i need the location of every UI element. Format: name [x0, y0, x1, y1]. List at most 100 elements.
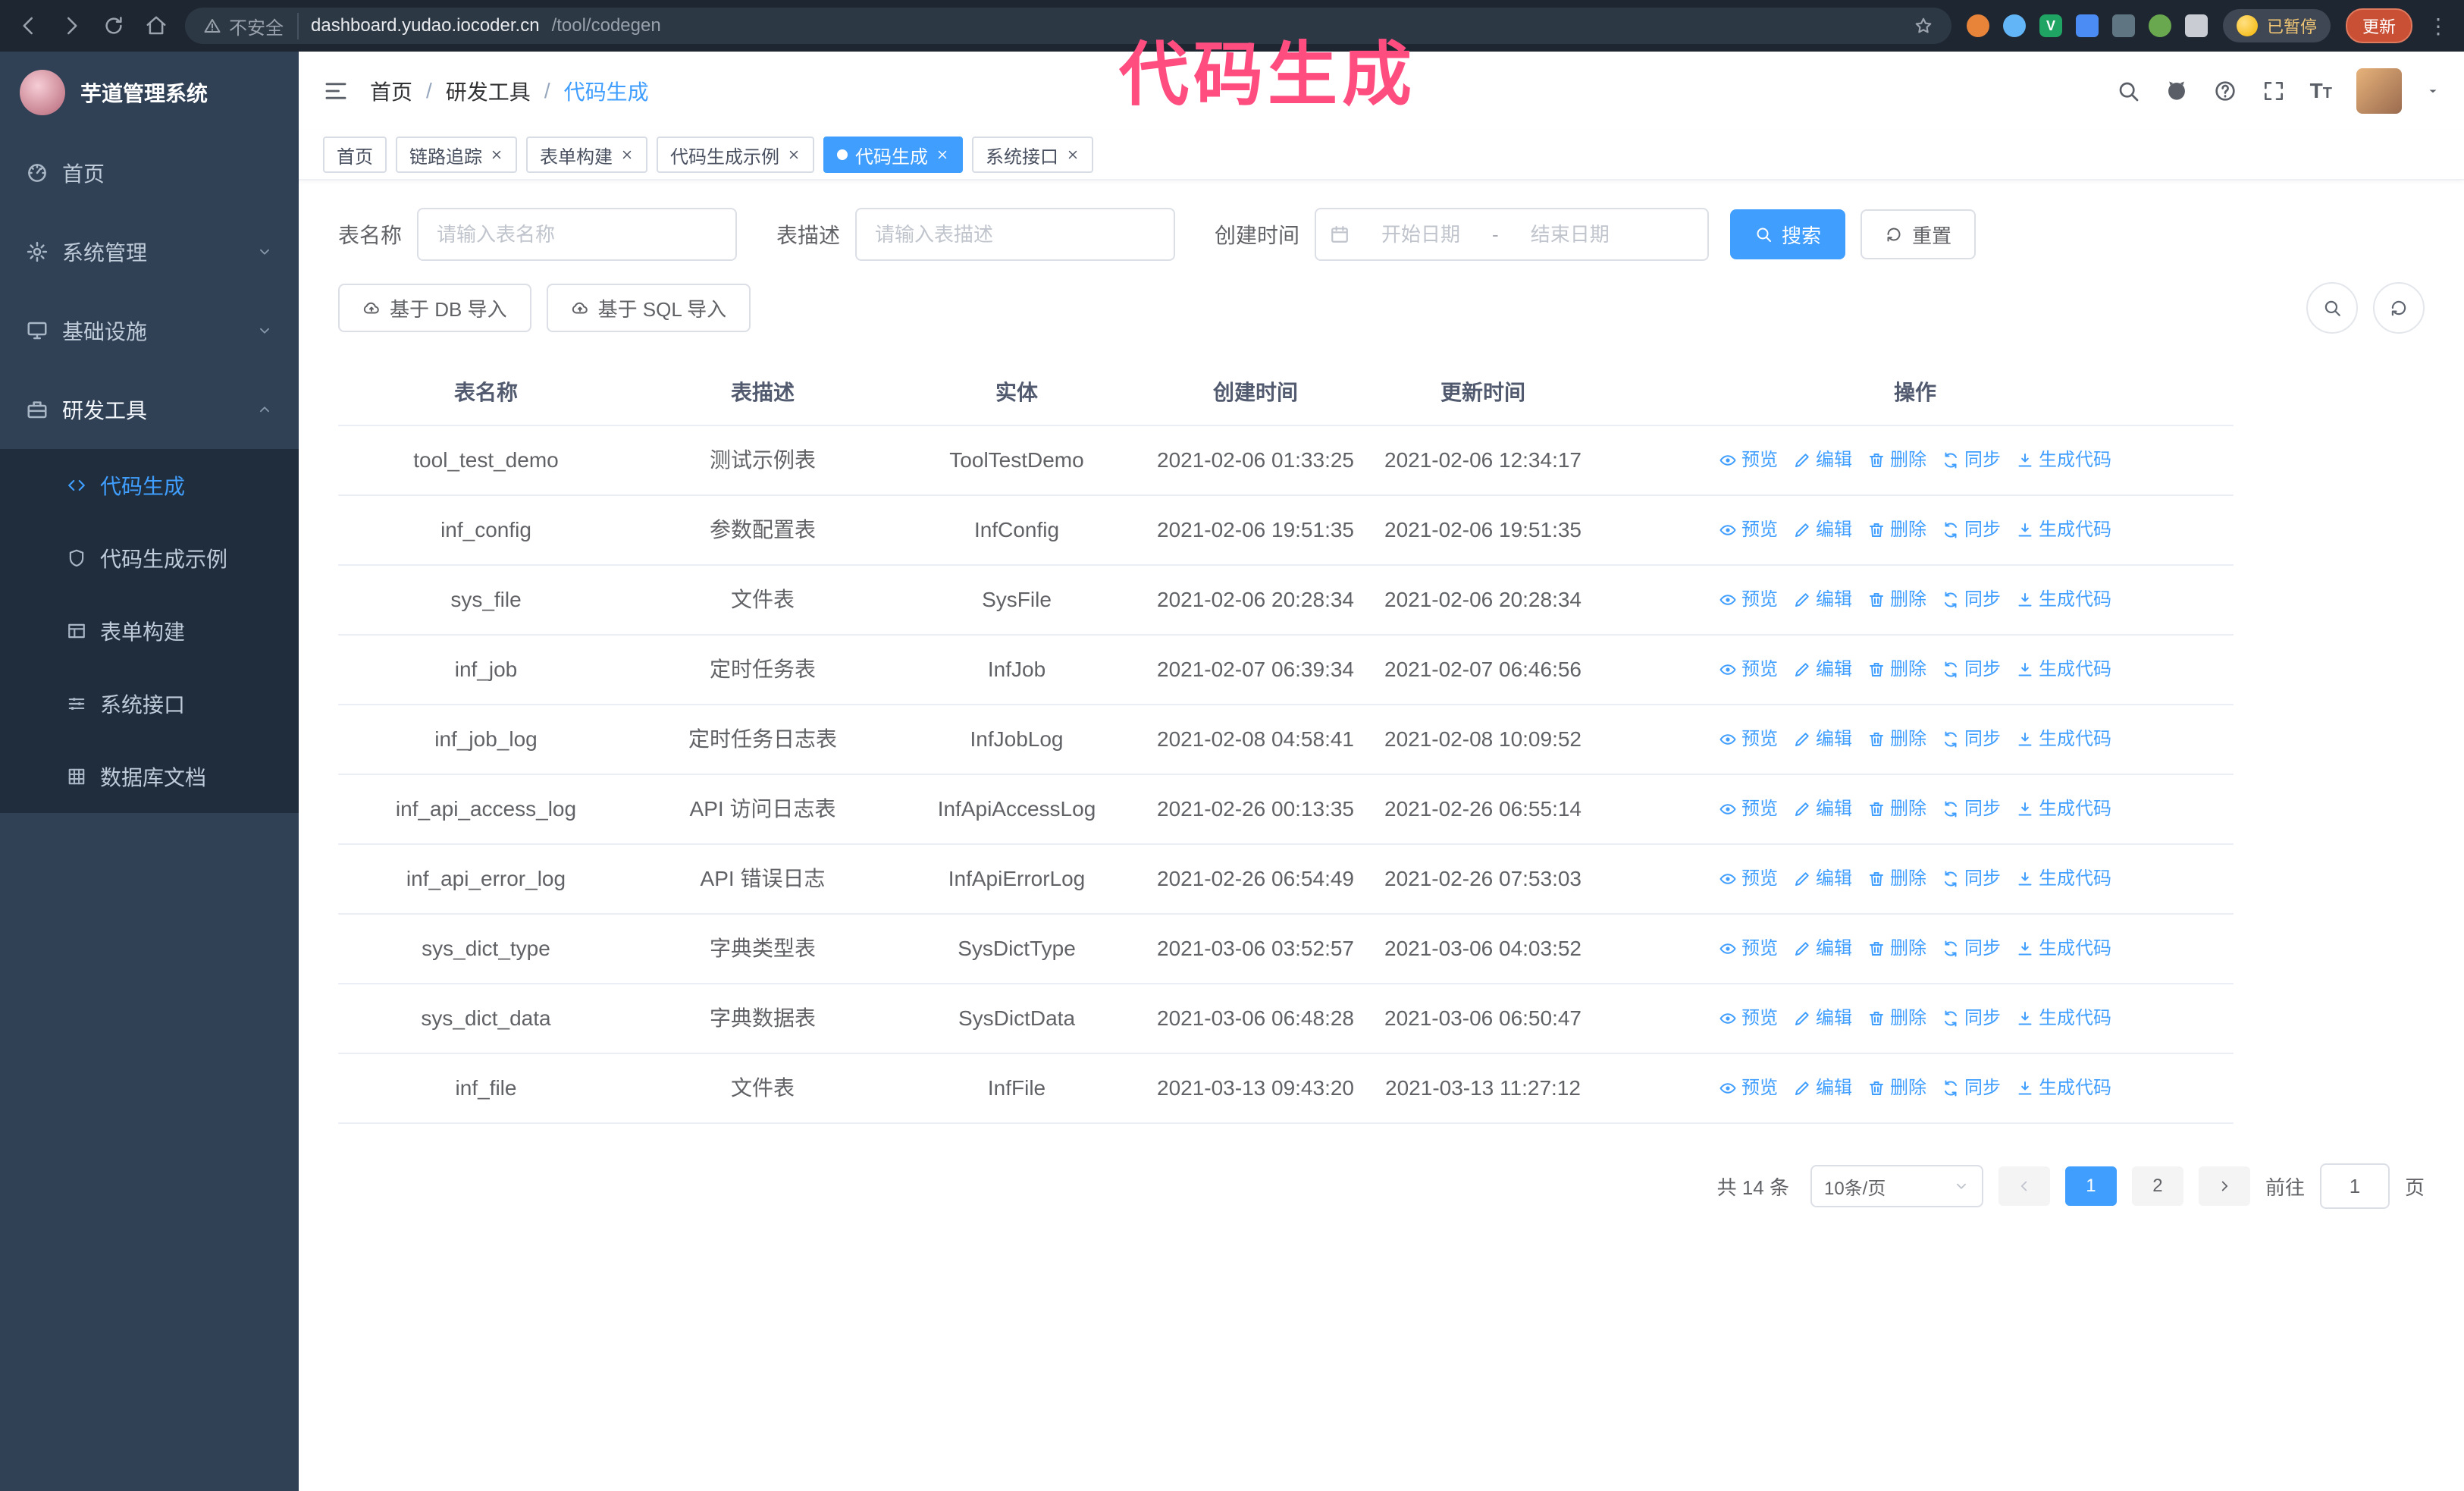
action-edit[interactable]: 编辑 — [1793, 863, 1852, 895]
action-delete[interactable]: 删除 — [1867, 724, 1926, 755]
action-download[interactable]: 生成代码 — [2016, 1003, 2111, 1034]
action-sync[interactable]: 同步 — [1942, 514, 2001, 546]
breadcrumb-item-3[interactable]: 代码生成 — [564, 76, 649, 106]
sidebar-subitem-4[interactable]: 系统接口 — [0, 667, 299, 740]
font-size-icon[interactable]: TT — [2310, 79, 2332, 103]
action-download[interactable]: 生成代码 — [2016, 514, 2111, 546]
action-eye[interactable]: 预览 — [1719, 933, 1778, 965]
toggle-search-button[interactable] — [2306, 282, 2358, 334]
table-name-input[interactable] — [417, 208, 738, 261]
tab-close-icon[interactable] — [787, 148, 801, 162]
action-edit[interactable]: 编辑 — [1793, 724, 1852, 755]
action-eye[interactable]: 预览 — [1719, 584, 1778, 616]
date-start-input[interactable] — [1356, 221, 1487, 248]
extension-icon-4[interactable] — [2075, 14, 2099, 37]
sidebar-subitem-5[interactable]: 数据库文档 — [0, 740, 299, 813]
action-edit[interactable]: 编辑 — [1793, 1003, 1852, 1034]
update-button[interactable]: 更新 — [2345, 8, 2412, 43]
date-range-picker[interactable]: - — [1315, 208, 1710, 261]
action-delete[interactable]: 删除 — [1867, 933, 1926, 965]
action-edit[interactable]: 编辑 — [1793, 933, 1852, 965]
action-download[interactable]: 生成代码 — [2016, 444, 2111, 476]
search-icon[interactable] — [2116, 79, 2140, 103]
help-icon[interactable] — [2213, 79, 2237, 103]
profile-chip[interactable]: 已暂停 — [2222, 9, 2331, 42]
github-icon[interactable] — [2165, 79, 2189, 103]
prev-page-button[interactable] — [1998, 1166, 2050, 1206]
sidebar-subitem-2[interactable]: 代码生成示例 — [0, 522, 299, 595]
action-delete[interactable]: 删除 — [1867, 1003, 1926, 1034]
extension-icon-3[interactable]: V — [2039, 14, 2062, 37]
action-delete[interactable]: 删除 — [1867, 584, 1926, 616]
browser-reload-icon[interactable] — [100, 14, 127, 37]
action-delete[interactable]: 删除 — [1867, 514, 1926, 546]
extension-icon-5[interactable] — [2111, 14, 2135, 37]
action-delete[interactable]: 删除 — [1867, 444, 1926, 476]
browser-forward-icon[interactable] — [58, 14, 85, 37]
tab-1[interactable]: 首页 — [323, 137, 387, 173]
tab-2[interactable]: 链路追踪 — [396, 137, 517, 173]
breadcrumb-item-1[interactable]: 首页 — [370, 76, 412, 106]
action-delete[interactable]: 删除 — [1867, 654, 1926, 686]
bookmark-star-icon[interactable] — [1914, 16, 1933, 36]
tab-3[interactable]: 表单构建 — [526, 137, 647, 173]
extension-icon-7[interactable] — [2184, 14, 2208, 37]
action-edit[interactable]: 编辑 — [1793, 584, 1852, 616]
page-size-select[interactable]: 10条/页 — [1810, 1165, 1983, 1207]
action-delete[interactable]: 删除 — [1867, 863, 1926, 895]
browser-menu-icon[interactable]: ⋮ — [2428, 14, 2449, 39]
action-eye[interactable]: 预览 — [1719, 724, 1778, 755]
action-eye[interactable]: 预览 — [1719, 1003, 1778, 1034]
action-sync[interactable]: 同步 — [1942, 863, 2001, 895]
browser-back-icon[interactable] — [15, 14, 42, 37]
action-download[interactable]: 生成代码 — [2016, 584, 2111, 616]
next-page-button[interactable] — [2198, 1166, 2250, 1206]
action-sync[interactable]: 同步 — [1942, 724, 2001, 755]
import-sql-button[interactable]: 基于 SQL 导入 — [546, 284, 751, 332]
action-sync[interactable]: 同步 — [1942, 444, 2001, 476]
action-eye[interactable]: 预览 — [1719, 1072, 1778, 1104]
search-button[interactable]: 搜索 — [1730, 209, 1846, 259]
tab-close-icon[interactable] — [490, 148, 503, 162]
avatar-caret-icon[interactable] — [2426, 84, 2440, 98]
action-edit[interactable]: 编辑 — [1793, 514, 1852, 546]
security-label[interactable]: 不安全 — [203, 12, 299, 39]
action-sync[interactable]: 同步 — [1942, 1072, 2001, 1104]
action-eye[interactable]: 预览 — [1719, 654, 1778, 686]
sidebar-item-2[interactable]: 系统管理 — [0, 212, 299, 291]
tab-close-icon[interactable] — [1066, 148, 1080, 162]
action-eye[interactable]: 预览 — [1719, 863, 1778, 895]
action-eye[interactable]: 预览 — [1719, 793, 1778, 825]
action-edit[interactable]: 编辑 — [1793, 444, 1852, 476]
action-delete[interactable]: 删除 — [1867, 793, 1926, 825]
sidebar-item-3[interactable]: 基础设施 — [0, 291, 299, 370]
action-sync[interactable]: 同步 — [1942, 584, 2001, 616]
sidebar-subitem-3[interactable]: 表单构建 — [0, 595, 299, 667]
extension-icon-1[interactable] — [1966, 14, 1989, 37]
sidebar-logo[interactable]: 芋道管理系统 — [0, 52, 299, 133]
action-edit[interactable]: 编辑 — [1793, 654, 1852, 686]
action-download[interactable]: 生成代码 — [2016, 724, 2111, 755]
import-db-button[interactable]: 基于 DB 导入 — [338, 284, 531, 332]
extension-icon-2[interactable] — [2002, 14, 2026, 37]
action-download[interactable]: 生成代码 — [2016, 1072, 2111, 1104]
tab-close-icon[interactable] — [936, 148, 949, 162]
action-edit[interactable]: 编辑 — [1793, 793, 1852, 825]
table-desc-input[interactable] — [855, 208, 1176, 261]
page-button-2[interactable]: 2 — [2131, 1166, 2183, 1206]
sidebar-item-1[interactable]: 首页 — [0, 133, 299, 212]
tab-6[interactable]: 系统接口 — [972, 137, 1093, 173]
tab-close-icon[interactable] — [620, 148, 634, 162]
goto-page-input[interactable] — [2319, 1163, 2390, 1209]
action-eye[interactable]: 预览 — [1719, 444, 1778, 476]
sidebar-item-4[interactable]: 研发工具 — [0, 370, 299, 449]
extension-icon-6[interactable] — [2148, 14, 2171, 37]
user-avatar[interactable] — [2356, 68, 2402, 114]
tab-4[interactable]: 代码生成示例 — [657, 137, 814, 173]
action-delete[interactable]: 删除 — [1867, 1072, 1926, 1104]
fullscreen-icon[interactable] — [2262, 79, 2286, 103]
reset-button[interactable]: 重置 — [1861, 209, 1977, 259]
action-sync[interactable]: 同步 — [1942, 654, 2001, 686]
hamburger-icon[interactable] — [323, 78, 349, 104]
browser-home-icon[interactable] — [143, 14, 170, 37]
